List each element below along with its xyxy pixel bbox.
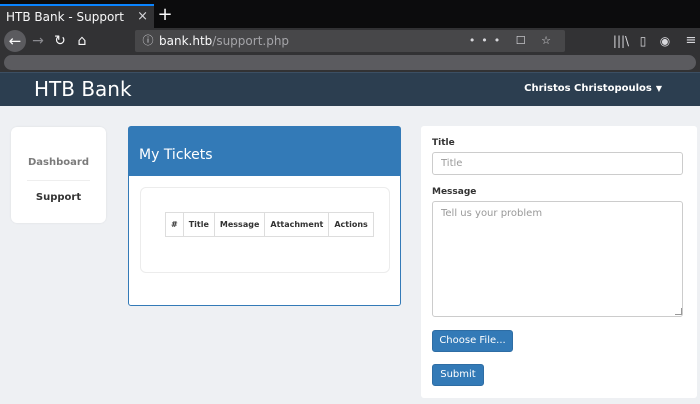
library-icon[interactable]: |||\	[612, 31, 630, 51]
url-path: /support.php	[212, 34, 290, 48]
forward-arrow-icon[interactable]: →	[28, 31, 48, 51]
reload-icon[interactable]: ↻	[50, 31, 70, 51]
user-menu-dropdown[interactable]: Christos Christopoulos ▼	[524, 83, 662, 94]
site-header: HTB Bank Christos Christopoulos ▼	[0, 72, 700, 106]
close-icon[interactable]: ×	[137, 6, 148, 28]
resize-handle-icon[interactable]	[675, 308, 682, 315]
bookmarks-bar	[0, 54, 700, 72]
column-header-attachment: Attachment	[264, 212, 330, 237]
url-text[interactable]: bank.htb/support.php	[159, 30, 289, 52]
user-name: Christos Christopoulos	[524, 83, 652, 94]
browser-toolbar: ← → ↻ ⌂ ⓘ bank.htb/support.php ••• ☐ ☆ |…	[0, 28, 700, 54]
brand-logo[interactable]: HTB Bank	[34, 77, 132, 101]
url-bar[interactable]: ⓘ bank.htb/support.php ••• ☐ ☆	[135, 30, 565, 52]
message-textarea[interactable]	[432, 201, 683, 317]
account-icon[interactable]: ◉	[656, 31, 674, 51]
title-input[interactable]	[432, 152, 683, 175]
table-header-row: # Title Message Attachment Actions	[165, 212, 374, 237]
sidebar-item-dashboard[interactable]: Dashboard	[11, 157, 106, 168]
sidebar-nav: Dashboard Support	[11, 127, 106, 223]
tickets-table-container: # Title Message Attachment Actions	[140, 187, 390, 273]
new-tab-button[interactable]: +	[156, 3, 174, 27]
caret-down-icon: ▼	[655, 84, 662, 93]
tickets-table: # Title Message Attachment Actions	[165, 212, 374, 237]
choose-file-button[interactable]: Choose File...	[432, 330, 513, 352]
column-header-actions: Actions	[328, 212, 374, 237]
back-arrow-icon[interactable]: ←	[4, 30, 26, 52]
support-form: Title Message Choose File... Submit	[421, 126, 697, 398]
submit-button[interactable]: Submit	[432, 364, 484, 386]
sidebar-divider	[27, 180, 90, 181]
hamburger-menu-icon[interactable]: ≡	[682, 31, 700, 51]
sidebar-item-support[interactable]: Support	[11, 192, 106, 203]
bookmarks-bar-inner	[4, 55, 696, 70]
tickets-panel: My Tickets # Title Message Attachment Ac…	[128, 126, 401, 306]
column-header-number: #	[165, 212, 184, 237]
sidebar-toggle-icon[interactable]: ▯	[634, 31, 652, 51]
browser-tabbar: HTB Bank - Support × +	[0, 0, 700, 28]
column-header-title: Title	[182, 212, 215, 237]
info-icon[interactable]: ⓘ	[141, 30, 155, 52]
column-header-message: Message	[213, 212, 266, 237]
tickets-heading: My Tickets	[129, 127, 400, 176]
page-actions-icon[interactable]: ••• ☐ ☆	[469, 30, 557, 52]
tab-title: HTB Bank - Support	[6, 10, 124, 24]
title-label: Title	[432, 138, 455, 148]
url-host: bank.htb	[159, 34, 213, 48]
browser-tab-active[interactable]: HTB Bank - Support ×	[0, 4, 154, 28]
home-icon[interactable]: ⌂	[72, 31, 92, 51]
message-label: Message	[432, 187, 477, 197]
